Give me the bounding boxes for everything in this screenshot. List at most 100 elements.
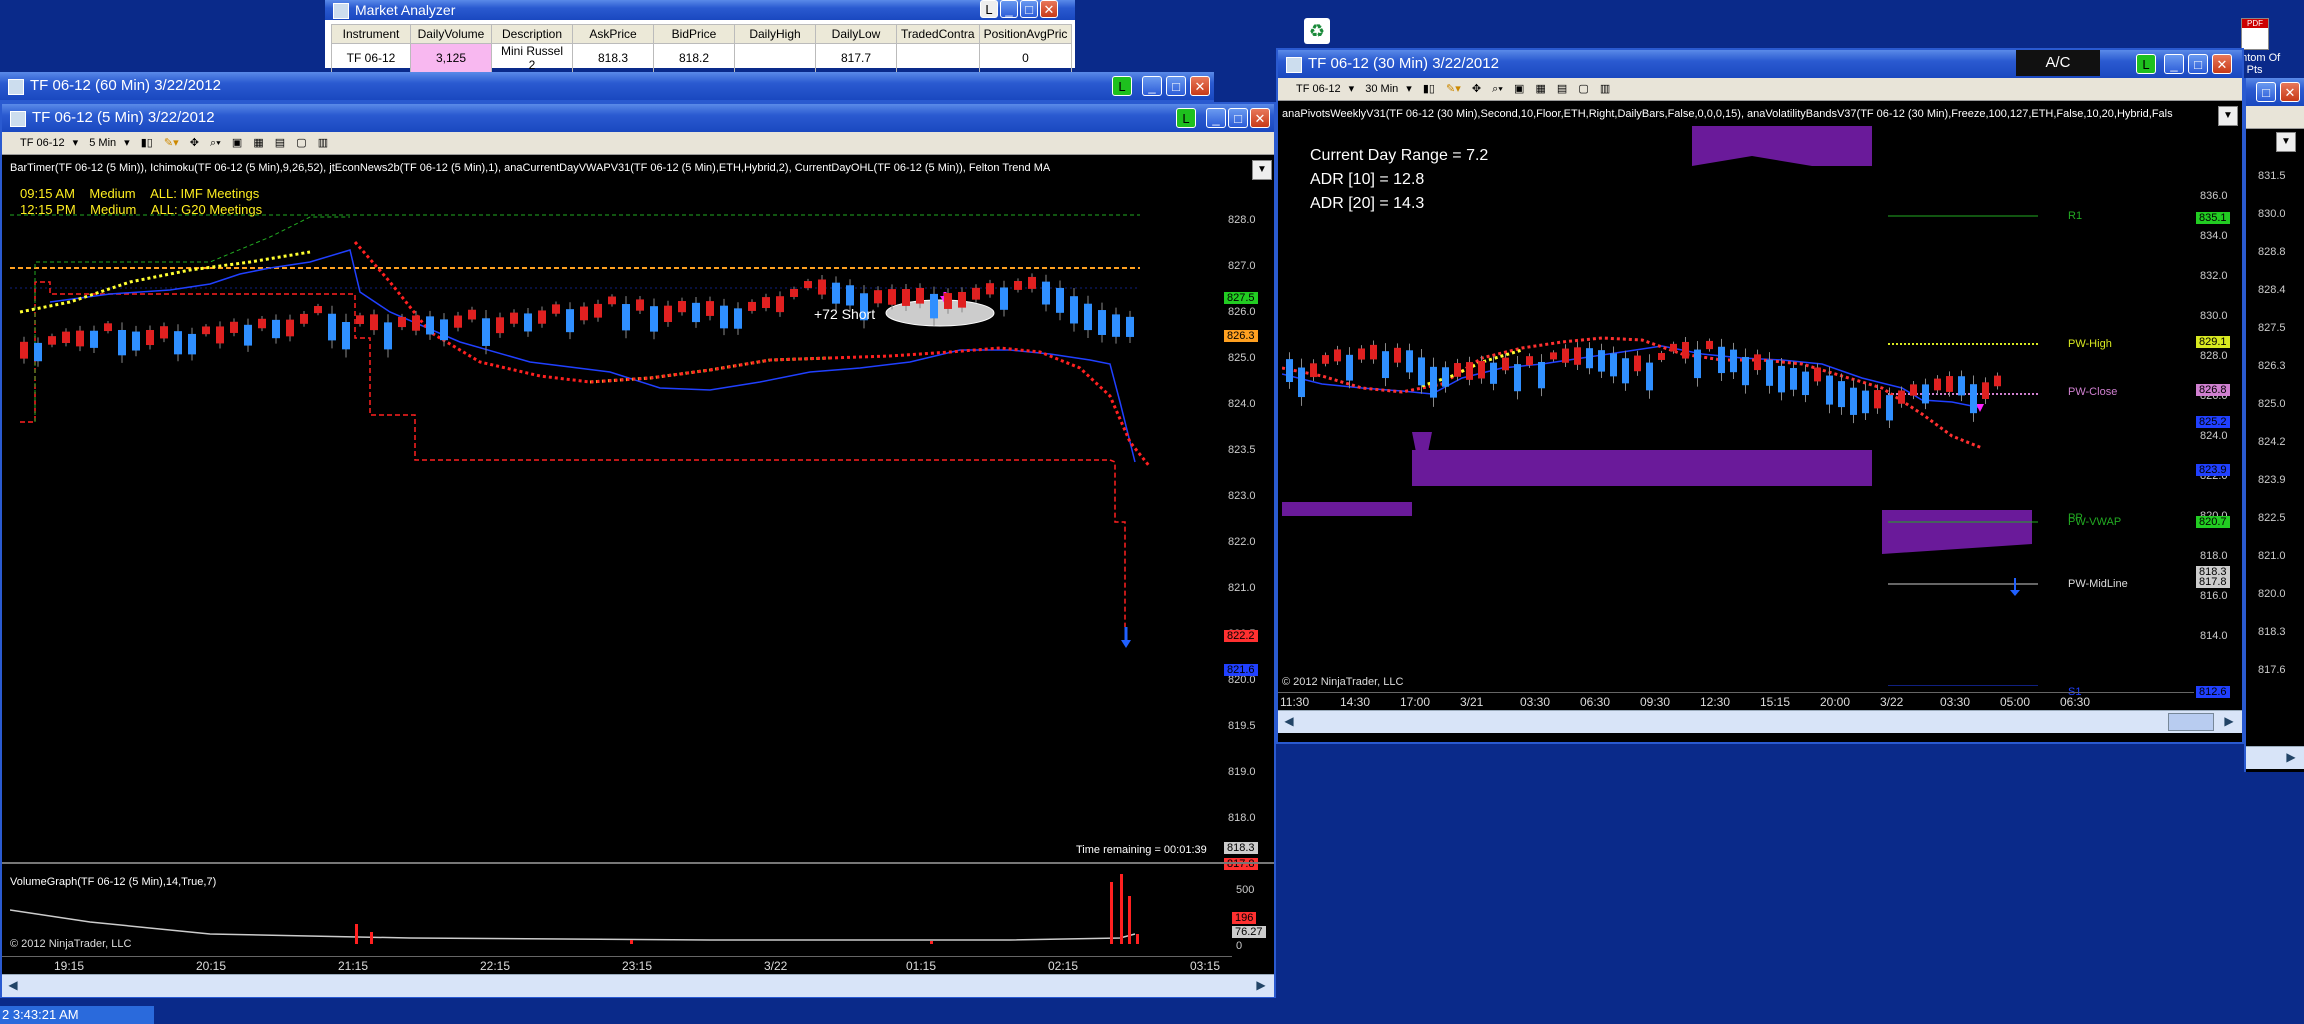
candle bbox=[440, 319, 448, 341]
candle bbox=[622, 304, 630, 331]
link-button[interactable]: L bbox=[1112, 76, 1132, 96]
grid-cell[interactable] bbox=[896, 43, 980, 73]
grid-header[interactable]: Description bbox=[491, 24, 573, 44]
grid-header[interactable]: PositionAvgPric bbox=[978, 24, 1073, 44]
close-button[interactable]: ✕ bbox=[1250, 108, 1270, 128]
indicators-icon[interactable]: ▦ bbox=[1535, 83, 1545, 95]
desktop-icon-pdf[interactable]: PDF antom Of ts Pts bbox=[2235, 18, 2295, 78]
panel-icon[interactable]: ▥ bbox=[318, 137, 328, 149]
close-button[interactable]: ✕ bbox=[1190, 76, 1210, 96]
price-tag: 812.6 bbox=[2196, 686, 2230, 698]
bar-type-icon[interactable]: ▮▯ bbox=[141, 137, 153, 149]
x-axis-tick: 19:15 bbox=[54, 959, 85, 973]
pencil-icon[interactable]: ✎▾ bbox=[164, 137, 179, 149]
candle bbox=[188, 333, 196, 355]
scroll-right-arrow[interactable]: ▶ bbox=[2222, 714, 2236, 728]
strategies-icon[interactable]: ▤ bbox=[1557, 83, 1567, 95]
scroll-right-arrow[interactable]: ▶ bbox=[1254, 978, 1268, 992]
horizontal-scrollbar[interactable]: ◀ ▶ bbox=[1278, 710, 2242, 733]
volume-tick: 0 bbox=[1236, 940, 1243, 952]
table-row[interactable]: TF 06-12 3,125 Mini Russel 2 818.3 818.2… bbox=[331, 43, 1073, 73]
crosshair-icon[interactable]: ✥ bbox=[190, 137, 199, 149]
link-button[interactable]: L bbox=[1176, 108, 1196, 128]
grid-cell[interactable]: 0 bbox=[978, 43, 1073, 73]
volume-bar bbox=[1110, 882, 1113, 944]
grid-cell[interactable] bbox=[734, 43, 816, 73]
candle bbox=[1898, 390, 1905, 404]
data-box-icon[interactable]: ▢ bbox=[296, 137, 306, 149]
y-axis-tick: 828.8 bbox=[2258, 246, 2286, 258]
chart-60-titlebar[interactable]: TF 06-12 (60 Min) 3/22/2012 bbox=[0, 72, 1214, 100]
maximize-button[interactable]: □ bbox=[2188, 54, 2208, 74]
grid-header[interactable]: DailyVolume bbox=[410, 24, 492, 44]
market-analyzer-titlebar[interactable]: Market Analyzer bbox=[325, 0, 1075, 20]
panel-icon[interactable]: ▥ bbox=[1600, 83, 1610, 95]
maximize-button[interactable]: □ bbox=[2256, 82, 2276, 102]
grid-cell[interactable]: 3,125 bbox=[410, 43, 492, 73]
grid-cell[interactable]: Mini Russel 2 bbox=[491, 43, 573, 73]
horizontal-scrollbar[interactable]: ▶ bbox=[2246, 746, 2304, 769]
maximize-button[interactable]: □ bbox=[1020, 0, 1038, 18]
volume-tick: 500 bbox=[1236, 884, 1255, 896]
candle bbox=[734, 308, 742, 329]
zoom-icon[interactable]: ⌕▾ bbox=[1492, 83, 1503, 95]
grid-cell[interactable]: 818.2 bbox=[653, 43, 735, 73]
properties-icon[interactable]: ▣ bbox=[1514, 83, 1524, 95]
candle bbox=[1634, 355, 1641, 372]
grid-header[interactable]: Instrument bbox=[331, 24, 411, 44]
price-chart-5min[interactable] bbox=[10, 182, 1230, 782]
grid-header[interactable]: AskPrice bbox=[572, 24, 654, 44]
candle bbox=[1070, 296, 1078, 324]
horizontal-scrollbar[interactable]: ◀ ▶ bbox=[2, 974, 1274, 997]
grid-cell[interactable]: 817.7 bbox=[815, 43, 897, 73]
instrument-selector[interactable]: TF 06-12 bbox=[1296, 83, 1341, 95]
chart-scroll-down-button[interactable]: ▼ bbox=[2218, 106, 2238, 126]
close-button[interactable]: ✕ bbox=[2212, 54, 2232, 74]
link-button[interactable]: L bbox=[980, 0, 998, 18]
partial-titlebar[interactable]: □ ✕ bbox=[2246, 78, 2304, 106]
grid-header[interactable]: BidPrice bbox=[653, 24, 735, 44]
zoom-icon[interactable]: ⌕▾ bbox=[210, 137, 221, 149]
candle bbox=[62, 331, 70, 343]
crosshair-icon[interactable]: ✥ bbox=[1472, 83, 1481, 95]
grid-cell[interactable]: 818.3 bbox=[572, 43, 654, 73]
y-axis-tick: 824.0 bbox=[1228, 398, 1256, 410]
properties-icon[interactable]: ▣ bbox=[232, 137, 242, 149]
grid-cell[interactable]: TF 06-12 bbox=[331, 43, 411, 73]
strategies-icon[interactable]: ▤ bbox=[275, 137, 285, 149]
scroll-right-arrow[interactable]: ▶ bbox=[2284, 750, 2298, 764]
volume-chart[interactable] bbox=[10, 874, 1230, 952]
candle bbox=[356, 315, 364, 324]
y-axis-tick: 818.0 bbox=[1228, 812, 1256, 824]
recycle-bin-icon[interactable]: ♻ bbox=[1304, 18, 1330, 44]
stat-adr-20: ADR [20] = 14.3 bbox=[1310, 195, 1425, 212]
indicators-icon[interactable]: ▦ bbox=[253, 137, 263, 149]
taskbar-clock[interactable]: 2 3:43:21 AM bbox=[0, 1006, 154, 1024]
interval-selector[interactable]: 5 Min bbox=[89, 137, 116, 149]
chart-5-titlebar[interactable]: TF 06-12 (5 Min) 3/22/2012 bbox=[2, 104, 1274, 132]
interval-selector[interactable]: 30 Min bbox=[1365, 83, 1398, 95]
maximize-button[interactable]: □ bbox=[1228, 108, 1248, 128]
close-button[interactable]: ✕ bbox=[2280, 82, 2300, 102]
data-box-icon[interactable]: ▢ bbox=[1578, 83, 1588, 95]
candle bbox=[160, 326, 168, 339]
candle bbox=[1682, 341, 1689, 359]
scroll-left-arrow[interactable]: ◀ bbox=[1282, 714, 1296, 728]
grid-header[interactable]: DailyLow bbox=[815, 24, 897, 44]
panel-divider[interactable] bbox=[2, 862, 1274, 864]
time-remaining: Time remaining = 00:01:39 bbox=[1076, 844, 1207, 856]
bar-type-icon[interactable]: ▮▯ bbox=[1423, 83, 1435, 95]
candle bbox=[1850, 387, 1857, 415]
minimize-button[interactable]: _ bbox=[1000, 0, 1018, 18]
maximize-button[interactable]: □ bbox=[1166, 76, 1186, 96]
close-button[interactable]: ✕ bbox=[1040, 0, 1058, 18]
scroll-left-arrow[interactable]: ◀ bbox=[6, 978, 20, 992]
grid-header[interactable]: TradedContra bbox=[896, 24, 980, 44]
instrument-selector[interactable]: TF 06-12 bbox=[20, 137, 65, 149]
scroll-thumb[interactable] bbox=[2168, 713, 2214, 731]
minimize-button[interactable]: _ bbox=[1206, 108, 1226, 128]
minimize-button[interactable]: _ bbox=[1142, 76, 1162, 96]
pencil-icon[interactable]: ✎▾ bbox=[1446, 83, 1461, 95]
candle bbox=[1286, 359, 1293, 383]
grid-header[interactable]: DailyHigh bbox=[734, 24, 816, 44]
